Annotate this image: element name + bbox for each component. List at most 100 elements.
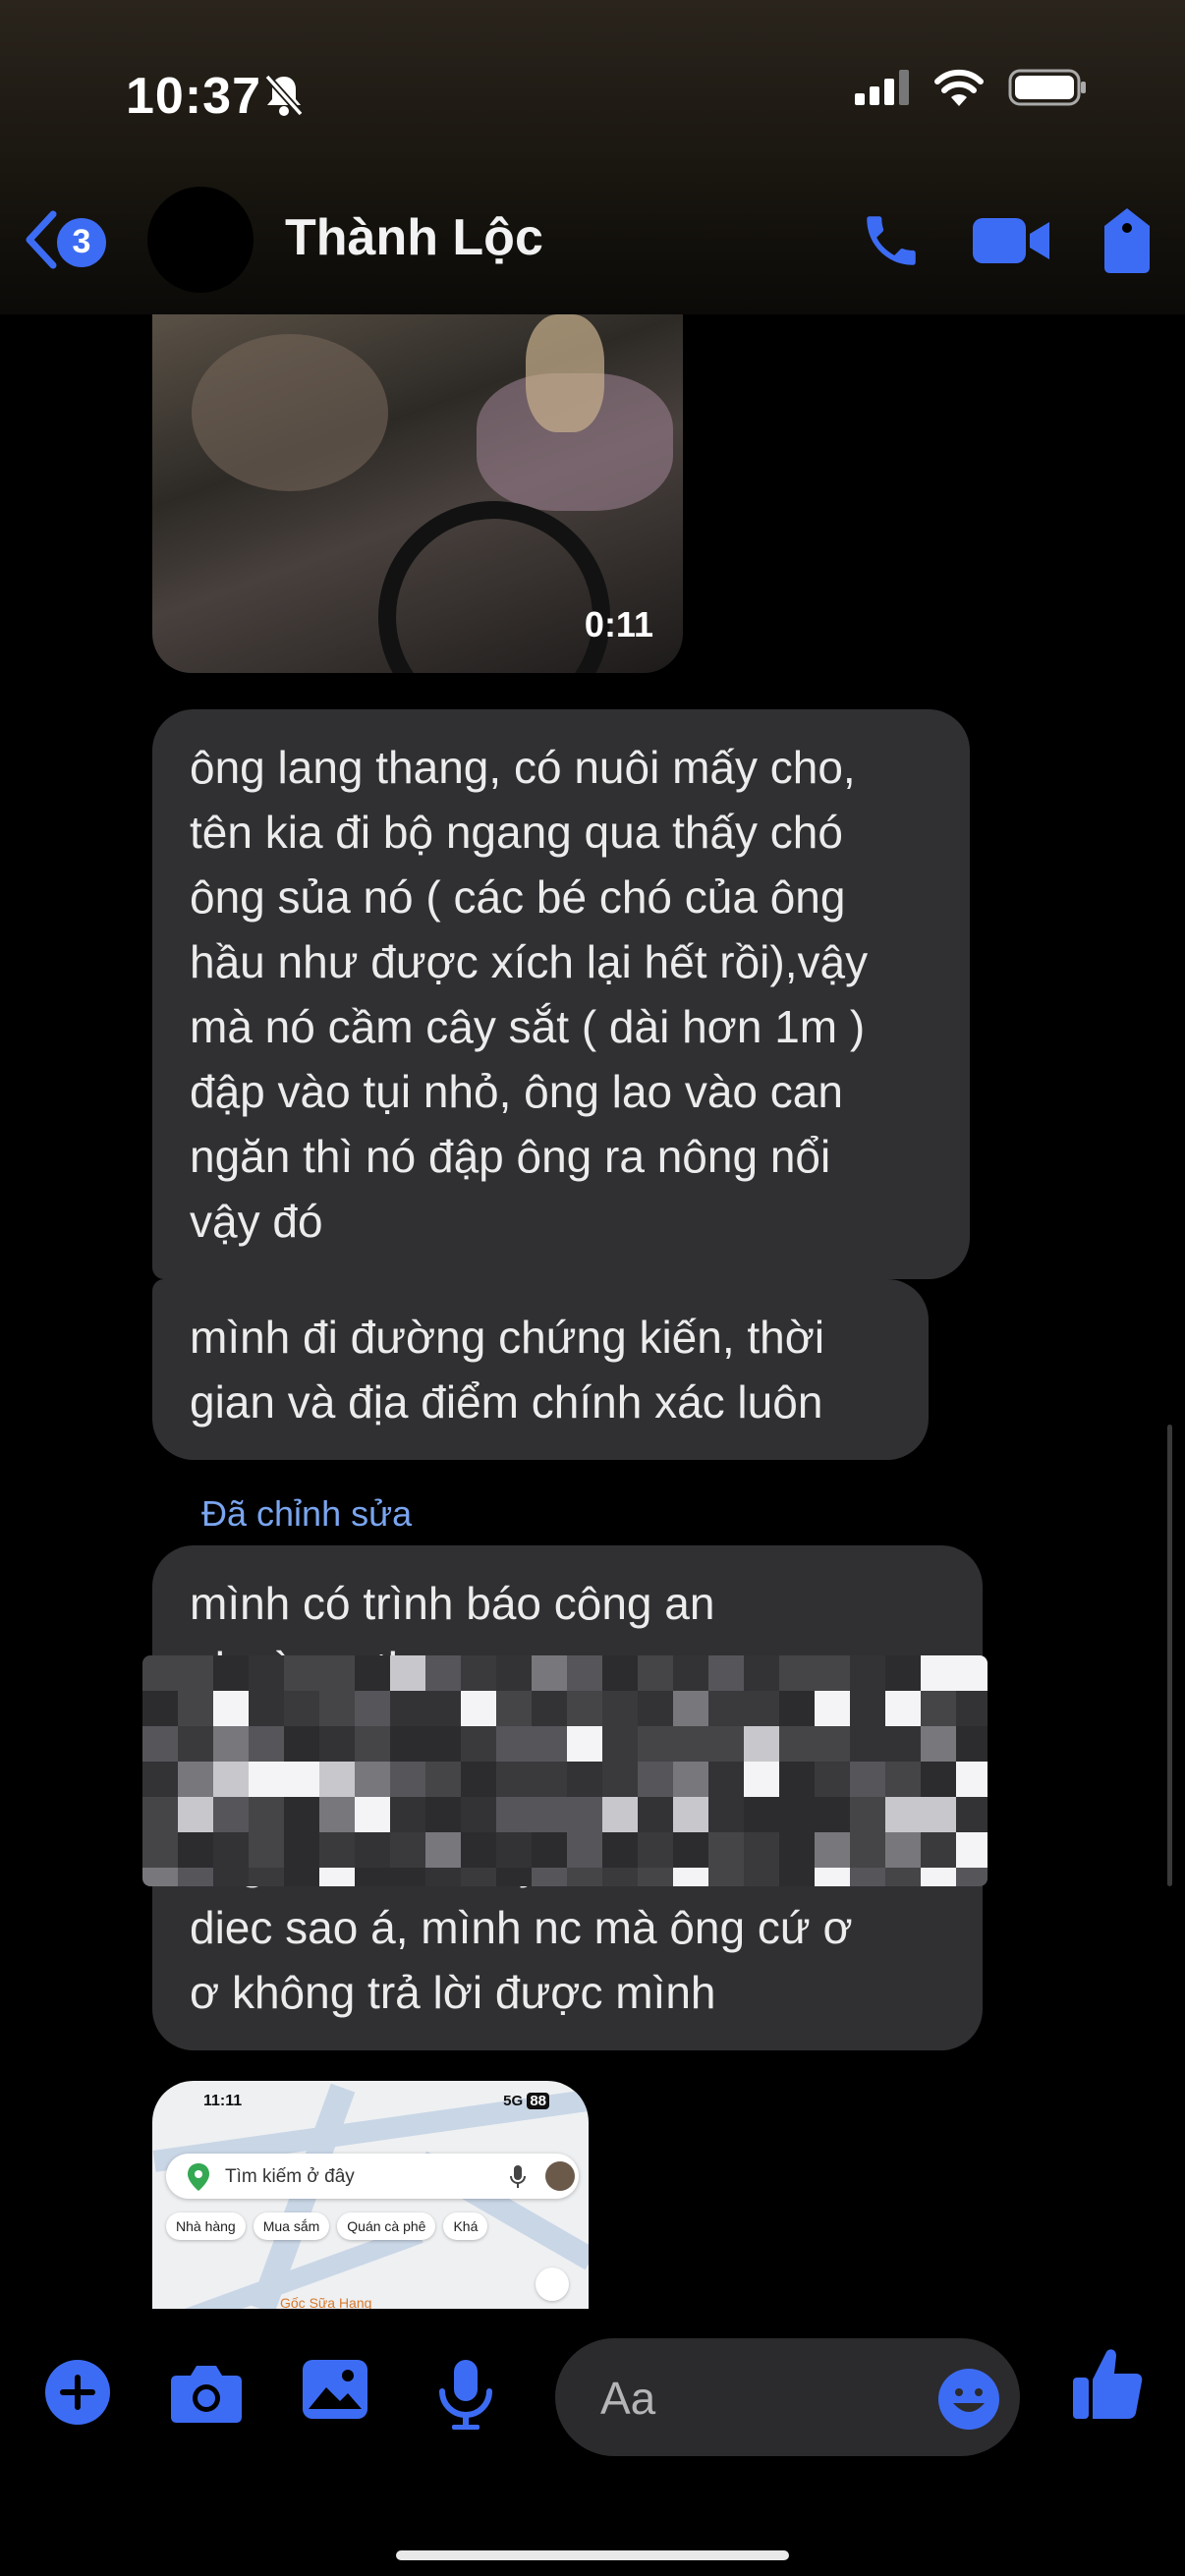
map-place-label: Gốc Sữa Hạng (280, 2295, 372, 2309)
video-thumbnail-area (192, 334, 388, 491)
redaction-cell (496, 1832, 532, 1868)
header-actions (859, 206, 1156, 280)
thumbs-up-icon[interactable] (1071, 2346, 1144, 2426)
redaction-cell (850, 1762, 885, 1797)
redaction-cell (249, 1868, 284, 1886)
redaction-cell (284, 1762, 319, 1797)
video-call-icon[interactable] (971, 212, 1051, 274)
redaction-cell (815, 1797, 850, 1832)
redaction-cell (708, 1762, 744, 1797)
map-search-placeholder: Tìm kiếm ở đây (225, 2166, 355, 2187)
redaction-cell (956, 1868, 988, 1886)
redaction-cell (319, 1797, 355, 1832)
map-chip: Nhà hàng (166, 2212, 246, 2240)
scrollbar[interactable] (1167, 1425, 1172, 1886)
redaction-cell (496, 1691, 532, 1726)
video-duration: 0:11 (584, 604, 653, 644)
redaction-cell (744, 1797, 779, 1832)
redaction-cell (708, 1832, 744, 1868)
redaction-cell (602, 1655, 638, 1691)
status-time: 10:37 (126, 68, 261, 125)
pixelated-redaction (142, 1655, 988, 1886)
redaction-cell (744, 1832, 779, 1868)
redaction-cell (390, 1726, 425, 1762)
redaction-cell (532, 1691, 567, 1726)
redaction-cell (461, 1868, 496, 1886)
contact-name[interactable]: Thành Lộc (285, 208, 543, 267)
message-bubble[interactable]: ông lang thang, có nuôi mấy cho, tên kia… (152, 709, 970, 1279)
redaction-cell (744, 1691, 779, 1726)
redaction-cell (142, 1726, 178, 1762)
map-status-network: 5G 88 (503, 2093, 549, 2109)
conversation-header: 3 Thành Lộc (0, 187, 1185, 314)
redaction-cell (142, 1868, 178, 1886)
map-search-bar: Tìm kiếm ở đây (166, 2154, 579, 2199)
composer-bar (0, 2309, 1185, 2576)
redaction-cell (249, 1655, 284, 1691)
map-layers-icon (536, 2268, 569, 2301)
redaction-cell (496, 1762, 532, 1797)
redaction-cell (815, 1655, 850, 1691)
redaction-cell (178, 1762, 213, 1797)
gallery-image-icon[interactable] (301, 2358, 369, 2426)
redaction-cell (744, 1726, 779, 1762)
redaction-cell (956, 1655, 988, 1691)
redaction-cell (638, 1691, 673, 1726)
map-status-time: 11:11 (203, 2093, 243, 2109)
redaction-cell (638, 1797, 673, 1832)
redaction-cell (532, 1832, 567, 1868)
redaction-cell (178, 1726, 213, 1762)
redaction-cell (708, 1691, 744, 1726)
redaction-cell (956, 1726, 988, 1762)
redaction-cell (779, 1832, 815, 1868)
message-bubble[interactable]: mình đi đường chứng kiến, thời gian và đ… (152, 1279, 929, 1460)
redaction-cell (319, 1868, 355, 1886)
add-plus-icon[interactable] (43, 2358, 112, 2432)
microphone-icon[interactable] (436, 2358, 495, 2436)
redaction-cell (249, 1762, 284, 1797)
camera-icon[interactable] (169, 2358, 244, 2432)
redaction-cell (319, 1762, 355, 1797)
redaction-cell (708, 1726, 744, 1762)
redaction-cell (921, 1726, 956, 1762)
video-thumbnail-area (378, 501, 610, 673)
back-button[interactable]: 3 (22, 208, 106, 276)
redaction-cell (178, 1868, 213, 1886)
redaction-cell (708, 1797, 744, 1832)
redaction-cell (850, 1832, 885, 1868)
contact-avatar[interactable] (147, 187, 254, 293)
redaction-cell (885, 1762, 921, 1797)
redaction-cell (638, 1832, 673, 1868)
redaction-cell (638, 1726, 673, 1762)
redaction-cell (213, 1762, 249, 1797)
redaction-cell (567, 1762, 602, 1797)
map-mic-icon (510, 2165, 526, 2194)
redaction-cell (532, 1762, 567, 1797)
map-screenshot-image[interactable]: 11:11 5G 88 Tìm kiếm ở đây Nhà hàng Mua … (152, 2081, 589, 2309)
redaction-cell (142, 1762, 178, 1797)
chevron-left-icon (22, 208, 61, 276)
redaction-cell (425, 1655, 461, 1691)
redaction-cell (390, 1655, 425, 1691)
tag-info-icon[interactable] (1099, 206, 1156, 280)
redaction-cell (673, 1762, 708, 1797)
video-message[interactable]: 0:11 (152, 314, 683, 673)
message-input[interactable] (598, 2368, 897, 2429)
edited-label[interactable]: Đã chỉnh sửa (201, 1493, 412, 1535)
redaction-cell (390, 1762, 425, 1797)
redaction-cell (284, 1832, 319, 1868)
message-list[interactable]: 0:11 ông lang thang, có nuôi mấy cho, tê… (0, 314, 1185, 2309)
redaction-cell (355, 1655, 390, 1691)
redaction-cell (779, 1868, 815, 1886)
redaction-cell (602, 1762, 638, 1797)
emoji-icon[interactable] (937, 2368, 1000, 2436)
redaction-cell (956, 1832, 988, 1868)
phone-call-icon[interactable] (859, 208, 924, 278)
redaction-cell (425, 1691, 461, 1726)
status-bar: 10:37 (0, 0, 1185, 187)
redaction-cell (284, 1655, 319, 1691)
redaction-cell (461, 1832, 496, 1868)
message-input-container[interactable] (555, 2338, 1020, 2456)
redaction-cell (673, 1691, 708, 1726)
redaction-cell (921, 1832, 956, 1868)
